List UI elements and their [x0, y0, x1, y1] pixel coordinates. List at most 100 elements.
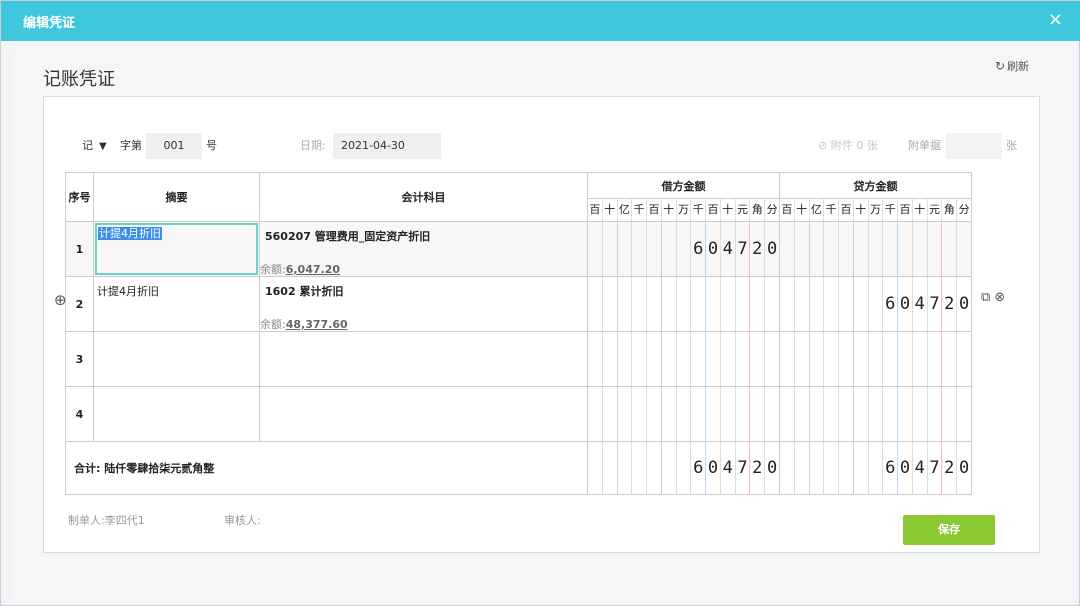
credit-cell[interactable]	[779, 386, 972, 442]
voucher-table: 序号 摘要 会计科目 借方金额 贷方金额 百十亿千百十万千百十元角分 百十亿千百…	[65, 172, 972, 495]
debit-cell[interactable]: 604720	[587, 221, 780, 277]
amount-digit	[942, 332, 958, 386]
subject-cell[interactable]	[259, 386, 588, 442]
amount-digit	[854, 442, 869, 494]
delete-row-icon[interactable]: ⊗	[994, 290, 1005, 305]
digit-unit-label: 角	[750, 199, 766, 221]
voucher-row: 4	[65, 386, 972, 442]
voucher-number-input[interactable]: 001	[146, 133, 202, 159]
subject-balance: 余额:48,377.60	[260, 318, 348, 331]
amount-digit: 6	[883, 277, 899, 331]
maker-field: 制单人:李四代1	[68, 514, 145, 527]
subject-cell[interactable]: 1602 累计折旧 余额:48,377.60	[259, 276, 588, 332]
amount-digit	[824, 332, 840, 386]
copy-row-icon[interactable]: ⧉	[981, 290, 990, 305]
voucher-panel: 记账凭证 ↻ 刷新 记 ▼ 字第 001 号 日期: 2021-04-30 ⊘ 附件…	[13, 49, 1071, 605]
debit-digit-header: 百十亿千百十万千百十元角分	[587, 198, 780, 222]
amount-digit	[618, 387, 633, 441]
amount-digit	[869, 277, 884, 331]
summary-input[interactable]: 计提4月折旧	[95, 223, 258, 275]
amount-digit: 0	[766, 458, 778, 478]
amount-digit	[824, 387, 840, 441]
attach-doc-input[interactable]	[946, 133, 1002, 159]
debit-cell[interactable]	[587, 386, 780, 442]
subject-cell[interactable]: 560207 管理费用_固定资产折旧 余额:6,047.20	[259, 221, 588, 277]
voucher-type-select[interactable]: 记 ▼	[82, 133, 107, 159]
date-input[interactable]: 2021-04-30	[333, 133, 441, 159]
amount-digit	[736, 332, 751, 386]
save-button[interactable]: 保存	[903, 515, 995, 545]
row-actions: ⧉ ⊗	[981, 290, 1009, 305]
amount-digit	[839, 277, 854, 331]
amount-digit	[869, 387, 884, 441]
credit-cell[interactable]: 604720	[779, 276, 972, 332]
amount-digit	[677, 442, 692, 494]
amount-digit	[662, 387, 677, 441]
amount-digit	[913, 222, 928, 276]
amount-digit	[795, 442, 810, 494]
digit-unit-label: 百	[898, 199, 913, 221]
credit-digit-header: 百十亿千百十万千百十元角分	[779, 198, 972, 222]
summary-cell[interactable]: 计提4月折旧	[93, 276, 260, 332]
amount-digit	[632, 332, 648, 386]
debit-cell[interactable]	[587, 331, 780, 387]
amount-digit	[588, 222, 603, 276]
col-credit-header: 贷方金额	[779, 172, 972, 199]
summary-cell[interactable]	[93, 386, 260, 442]
amount-digit	[839, 222, 854, 276]
amount-digit	[588, 277, 603, 331]
amount-digit	[632, 277, 648, 331]
amount-digit: 0	[898, 442, 913, 494]
total-row-label: 合计: 陆仟零肆拾柒元贰角整	[65, 441, 588, 495]
amount-digit	[765, 387, 779, 441]
digit-unit-label: 角	[942, 199, 958, 221]
attachment-label: 附件 0 张	[830, 139, 878, 152]
amount-digit	[913, 332, 928, 386]
amount-digit	[869, 332, 884, 386]
date-label: 日期:	[300, 139, 326, 152]
credit-cell[interactable]	[779, 221, 972, 277]
col-seq-header: 序号	[65, 172, 94, 222]
amount-digit	[883, 332, 899, 386]
digit-unit-label: 万	[677, 199, 692, 221]
refresh-button[interactable]: ↻ 刷新	[995, 58, 1029, 74]
amount-digit	[854, 387, 869, 441]
digit-unit-label: 元	[928, 199, 943, 221]
close-icon[interactable]: ×	[1048, 10, 1063, 30]
amount-digit	[928, 222, 943, 276]
amount-digit	[780, 277, 795, 331]
debit-cell[interactable]	[587, 276, 780, 332]
amount-digit	[603, 387, 618, 441]
hao-label: 号	[206, 139, 217, 152]
amount-digit	[706, 387, 721, 441]
amount-digit	[618, 442, 633, 494]
digit-unit-label: 百	[588, 199, 603, 221]
voucher-card: 记 ▼ 字第 001 号 日期: 2021-04-30 ⊘ 附件 0 张 附单据 …	[43, 96, 1040, 553]
amount-digit	[603, 332, 618, 386]
credit-cell[interactable]	[779, 331, 972, 387]
amount-digit: 6	[883, 442, 899, 494]
amount-digit	[795, 277, 810, 331]
digit-unit-label: 百	[706, 199, 721, 221]
summary-cell[interactable]: 计提4月折旧	[93, 221, 260, 277]
amount-digit	[677, 332, 692, 386]
amount-digit	[839, 387, 854, 441]
reviewer-field: 审核人:	[224, 514, 261, 527]
digit-unit-label: 十	[854, 199, 869, 221]
subject-cell[interactable]	[259, 331, 588, 387]
amount-digit: 0	[898, 277, 913, 331]
attachment-link[interactable]: ⊘ 附件 0 张	[818, 133, 878, 159]
amount-digit	[957, 387, 971, 441]
amount-digit	[795, 332, 810, 386]
amount-digit: 0	[958, 294, 970, 314]
amount-digit: 2	[750, 222, 766, 276]
digit-unit-label: 千	[632, 199, 648, 221]
amount-digit	[765, 277, 779, 331]
amount-digit	[647, 277, 662, 331]
amount-digit	[677, 222, 692, 276]
row-seq: 3	[65, 331, 94, 387]
amount-digit: 0	[706, 442, 721, 494]
amount-digit	[810, 277, 825, 331]
summary-cell[interactable]	[93, 331, 260, 387]
amount-digit	[942, 222, 958, 276]
